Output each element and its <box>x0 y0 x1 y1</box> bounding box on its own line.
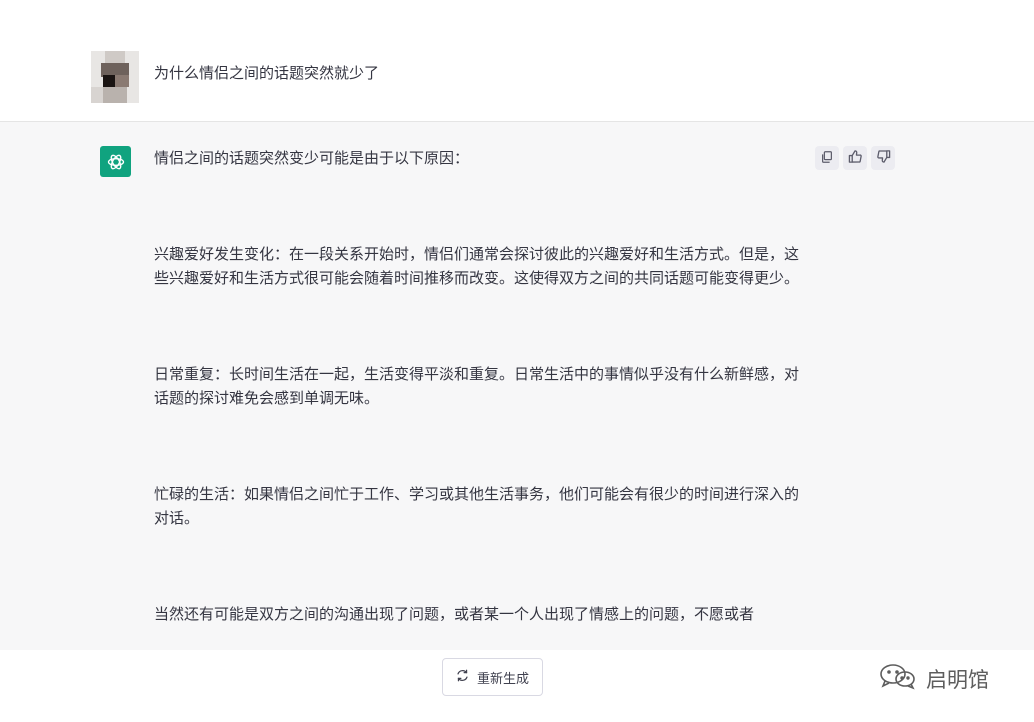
answer-point-communication: 当然还有可能是双方之间的沟通出现了问题，或者某一个人出现了情感上的问题，不愿或者 <box>154 605 755 623</box>
thumbs-up-icon <box>848 149 863 168</box>
thumbs-down-icon <box>876 149 891 168</box>
user-message-row: 为什么情侣之间的话题突然就少了 <box>0 0 1034 122</box>
copy-icon <box>820 149 834 168</box>
chatgpt-logo-icon <box>100 146 131 177</box>
answer-point-routine: 日常重复：长时间生活在一起，生活变得平淡和重复。日常生活中的事情似乎没有什么新鲜… <box>154 365 800 407</box>
regenerate-button[interactable]: 重新生成 <box>442 658 543 696</box>
footer-bar: 重新生成 启明馆 <box>0 650 1034 722</box>
thumbs-down-button[interactable] <box>871 146 895 170</box>
assistant-message-text: 情侣之间的话题突然变少可能是由于以下原因： 兴趣爱好发生变化：在一段关系开始时，… <box>154 146 799 626</box>
answer-point-interests: 兴趣爱好发生变化：在一段关系开始时，情侣们通常会探讨彼此的兴趣爱好和生活方式。但… <box>154 245 800 287</box>
refresh-icon <box>456 669 469 686</box>
assistant-message-row: 情侣之间的话题突然变少可能是由于以下原因： 兴趣爱好发生变化：在一段关系开始时，… <box>0 122 1034 650</box>
answer-point-busy: 忙碌的生活：如果情侣之间忙于工作、学习或其他生活事务，他们可能会有很少的时间进行… <box>154 485 800 527</box>
user-message-text: 为什么情侣之间的话题突然就少了 <box>154 64 380 82</box>
answer-intro: 情侣之间的话题突然变少可能是由于以下原因： <box>154 149 470 167</box>
watermark-text: 启明馆 <box>926 667 989 692</box>
copy-button[interactable] <box>815 146 839 170</box>
message-actions <box>815 146 895 170</box>
wechat-watermark: 启明馆 <box>878 662 989 695</box>
thumbs-up-button[interactable] <box>843 146 867 170</box>
user-avatar <box>91 51 139 103</box>
wechat-icon <box>878 662 918 695</box>
regenerate-label: 重新生成 <box>476 671 529 687</box>
